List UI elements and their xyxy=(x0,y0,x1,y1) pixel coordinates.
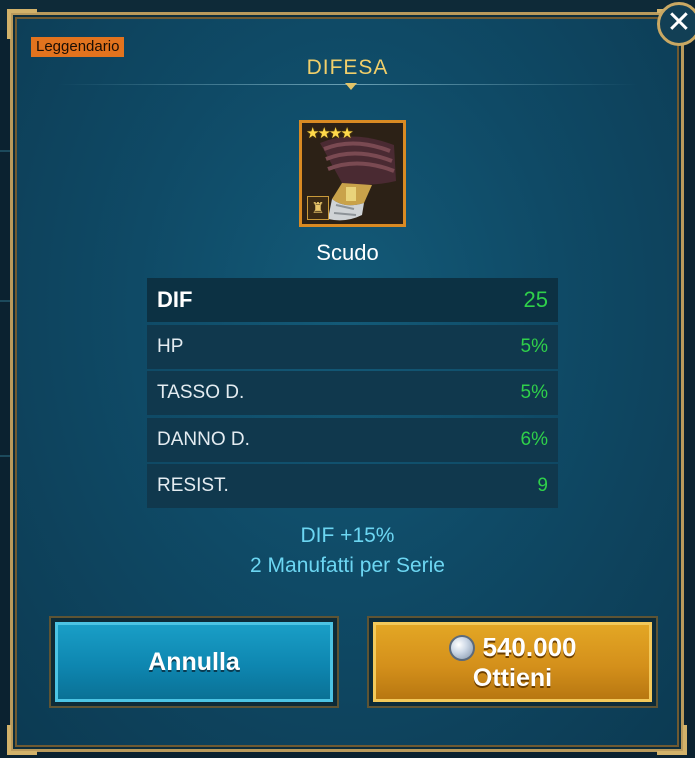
dialog-title: DIFESA xyxy=(306,56,389,79)
stat-label: DIF xyxy=(157,287,193,312)
stat-row: DANNO D. 6% xyxy=(147,417,558,462)
cancel-button-label: Annulla xyxy=(148,648,240,676)
rarity-badge: Leggendario xyxy=(31,37,125,57)
frame-corner xyxy=(657,725,687,755)
artifact-icon: ★★★★ ♜ xyxy=(299,120,406,227)
stat-label: HP xyxy=(157,335,184,357)
silver-coin-icon xyxy=(448,634,475,661)
cancel-button[interactable]: Annulla xyxy=(49,616,339,708)
stat-label: TASSO D. xyxy=(157,382,245,403)
set-bonus-effect: DIF +15% xyxy=(300,524,395,547)
stat-row-primary: DIF 25 xyxy=(147,278,558,322)
close-icon: ✕ xyxy=(666,5,692,40)
frame-corner xyxy=(7,9,37,39)
star-rating: ★★★★ xyxy=(306,124,354,142)
stat-value: 9 xyxy=(537,475,548,496)
price-row: 540.000 xyxy=(373,632,652,664)
frame-corner xyxy=(7,725,37,755)
set-bonus-requirement: 2 Manufatti per Serie xyxy=(250,554,445,577)
stat-label: DANNO D. xyxy=(157,428,250,450)
stat-row: TASSO D. 5% xyxy=(147,371,558,415)
stats-table: DIF 25 HP 5% TASSO D. 5% DANNO D. 6% RES… xyxy=(147,278,558,511)
stat-value: 5% xyxy=(520,382,548,403)
stat-value: 25 xyxy=(523,287,548,312)
buy-price: 540.000 xyxy=(482,632,577,662)
stat-row: HP 5% xyxy=(147,324,558,369)
close-button[interactable]: ✕ xyxy=(657,2,695,46)
chevron-down-icon xyxy=(345,83,357,90)
stat-value: 5% xyxy=(520,335,548,357)
buy-button[interactable]: 540.000 Ottieni xyxy=(367,616,658,708)
buy-button-label: Ottieni xyxy=(472,664,553,692)
stat-row: RESIST. 9 xyxy=(147,464,558,508)
artifact-name: Scudo xyxy=(316,240,379,265)
stat-value: 6% xyxy=(520,428,548,450)
castle-set-icon: ♜ xyxy=(307,196,329,220)
stat-label: RESIST. xyxy=(157,475,229,496)
